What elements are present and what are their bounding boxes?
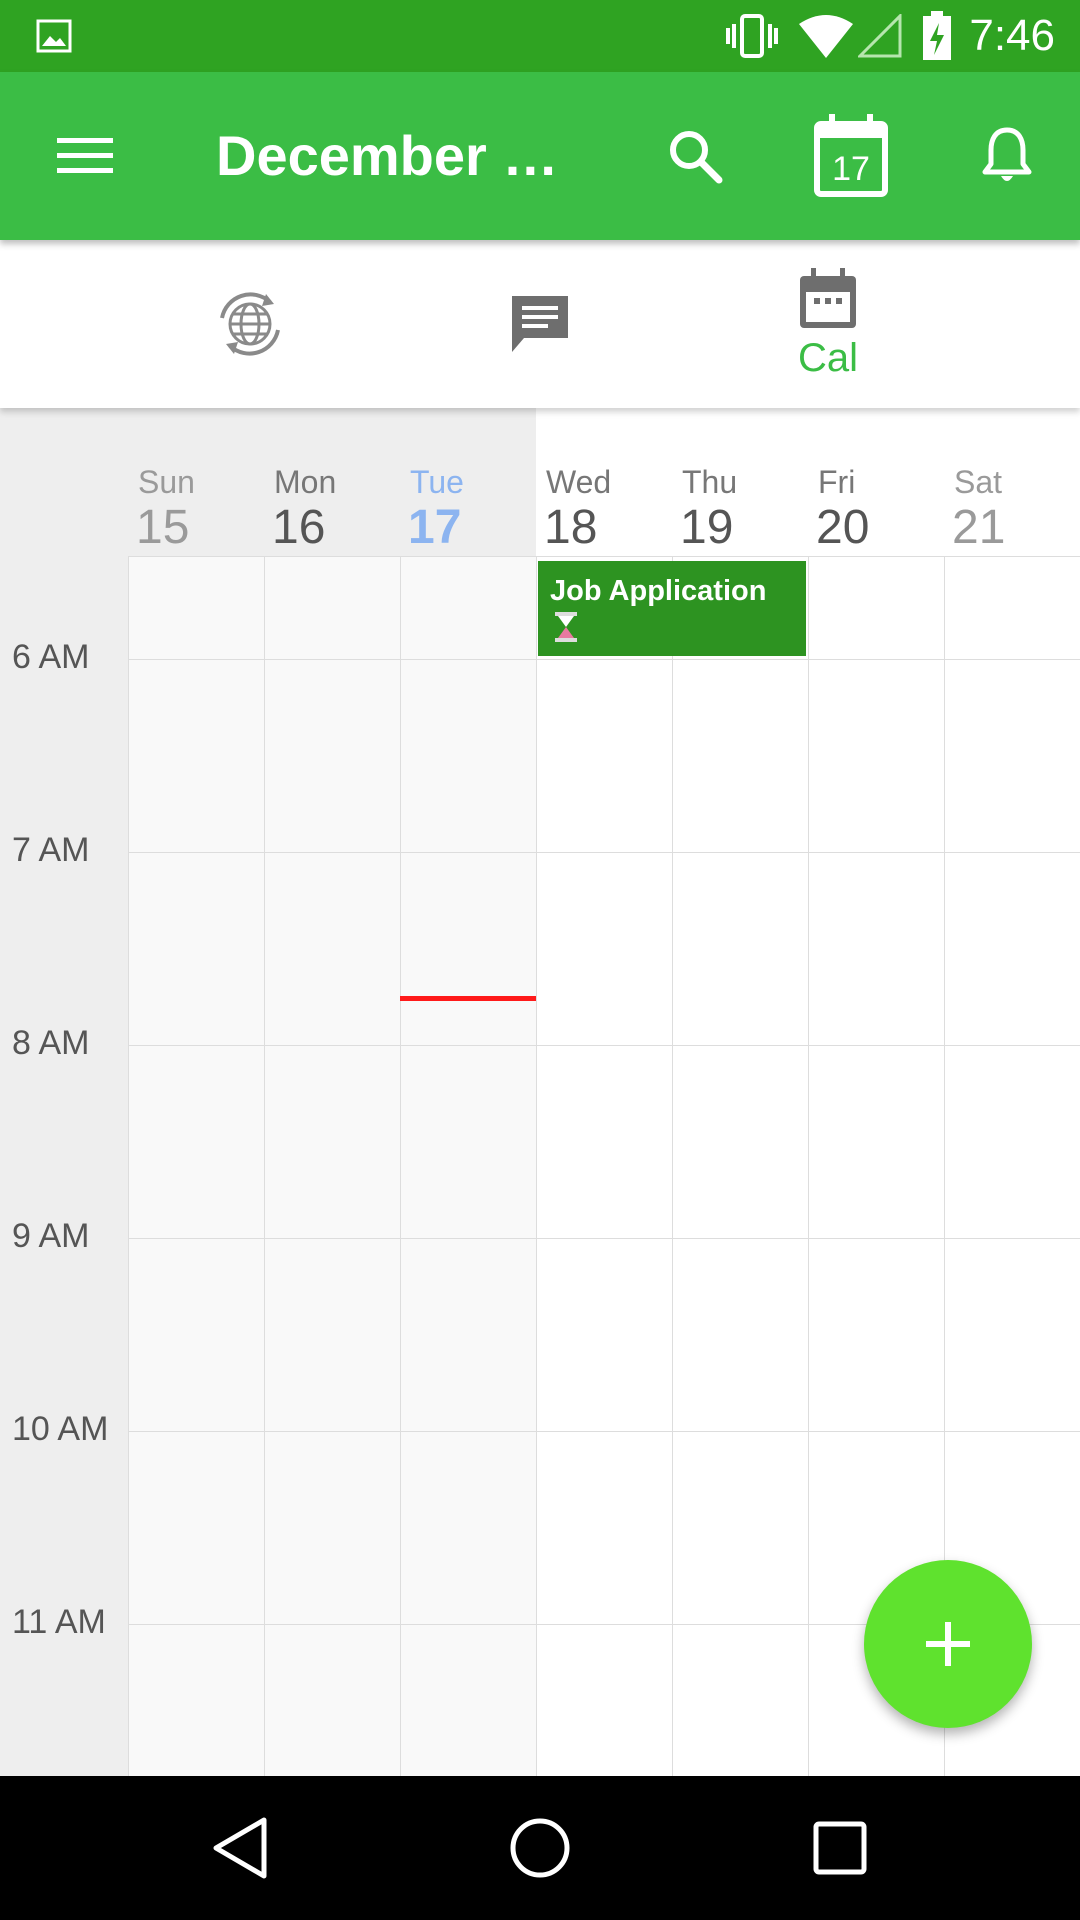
grid-line xyxy=(128,1238,1080,1239)
day-number: 15 xyxy=(136,501,190,554)
hour-label: 7 AM xyxy=(12,831,90,869)
day-number: 16 xyxy=(272,501,326,554)
day-header-sat[interactable]: Sat 21 xyxy=(944,408,1080,556)
page-title[interactable]: December 2… xyxy=(216,72,586,240)
tab-messages[interactable] xyxy=(470,240,610,408)
status-time: 7:46 xyxy=(969,11,1055,60)
grid-line xyxy=(128,659,1080,660)
day-number: 18 xyxy=(544,501,598,554)
day-number: 19 xyxy=(680,501,734,554)
day-header-sun[interactable]: Sun 15 xyxy=(128,408,264,556)
tab-bar: Cal xyxy=(0,240,1080,408)
search-icon xyxy=(670,131,723,184)
back-icon xyxy=(213,1817,267,1879)
hour-label: 6 AM xyxy=(12,638,90,676)
event-title: Job Application xyxy=(550,575,767,607)
status-bar: 7:46 xyxy=(0,0,1080,72)
notifications-button[interactable] xyxy=(962,72,1052,240)
svg-text:17: 17 xyxy=(832,150,870,188)
day-name: Sat xyxy=(954,464,1003,500)
grid-line xyxy=(536,556,537,1776)
battery-charging-icon xyxy=(918,0,956,72)
bell-icon xyxy=(982,127,1032,181)
image-notification-icon xyxy=(34,0,74,72)
day-header-thu[interactable]: Thu 19 xyxy=(672,408,808,556)
home-icon xyxy=(510,1818,570,1878)
day-header-fri[interactable]: Fri 20 xyxy=(808,408,944,556)
day-number: 20 xyxy=(816,501,870,554)
hour-label: 8 AM xyxy=(12,1024,90,1062)
hour-label: 11 AM xyxy=(12,1603,106,1641)
past-days-shade xyxy=(128,408,536,1776)
grid-line xyxy=(808,556,809,1776)
recents-icon xyxy=(813,1821,867,1875)
day-name: Tue xyxy=(410,464,464,500)
grid-line xyxy=(128,556,129,1776)
wifi-icon xyxy=(795,0,857,72)
day-name: Sun xyxy=(138,464,195,500)
day-name: Wed xyxy=(546,464,612,500)
calendar-icon xyxy=(800,267,856,328)
day-header-tue[interactable]: Tue 17 xyxy=(400,408,536,556)
chat-bubble-icon xyxy=(512,296,568,352)
navigation-bar xyxy=(0,1776,1080,1920)
plus-icon xyxy=(926,1622,970,1666)
recents-button[interactable] xyxy=(760,1776,920,1920)
day-header-mon[interactable]: Mon 16 xyxy=(264,408,400,556)
search-button[interactable] xyxy=(650,72,740,240)
today-calendar-icon: 17 xyxy=(814,114,888,197)
grid-line xyxy=(128,1431,1080,1432)
menu-icon xyxy=(57,138,113,173)
tab-globe[interactable] xyxy=(180,240,320,408)
day-name: Fri xyxy=(818,464,856,500)
day-number: 17 xyxy=(408,501,462,554)
home-button[interactable] xyxy=(460,1776,620,1920)
screen: 7:46 December 2… 17 Cal Sun 15 Mon 16 Tu… xyxy=(0,0,1080,1920)
day-name: Thu xyxy=(682,464,738,500)
tab-cal[interactable]: Cal xyxy=(758,240,898,408)
time-gutter xyxy=(0,408,128,1776)
day-number: 21 xyxy=(952,501,1006,554)
hour-label: 10 AM xyxy=(12,1410,109,1448)
vibrate-icon xyxy=(722,0,782,72)
grid-line xyxy=(128,1045,1080,1046)
globe-sync-icon xyxy=(220,292,280,356)
add-event-button[interactable] xyxy=(864,1560,1032,1728)
day-name: Mon xyxy=(274,464,337,500)
grid-line xyxy=(672,556,673,1776)
grid-line xyxy=(400,556,401,1776)
current-time-indicator xyxy=(400,996,536,1001)
grid-line xyxy=(264,556,265,1776)
tab-cal-label: Cal xyxy=(797,335,859,380)
event-job-application[interactable]: Job Application xyxy=(538,561,806,656)
cell-signal-icon xyxy=(857,0,903,72)
today-button[interactable]: 17 xyxy=(806,72,896,240)
hour-label: 9 AM xyxy=(12,1217,90,1255)
day-header-wed[interactable]: Wed 18 xyxy=(536,408,672,556)
app-bar: December 2… 17 xyxy=(0,72,1080,240)
grid-line xyxy=(128,556,1080,557)
back-button[interactable] xyxy=(160,1776,320,1920)
grid-line xyxy=(128,852,1080,853)
hourglass-icon xyxy=(555,612,577,642)
menu-button[interactable] xyxy=(40,72,130,240)
